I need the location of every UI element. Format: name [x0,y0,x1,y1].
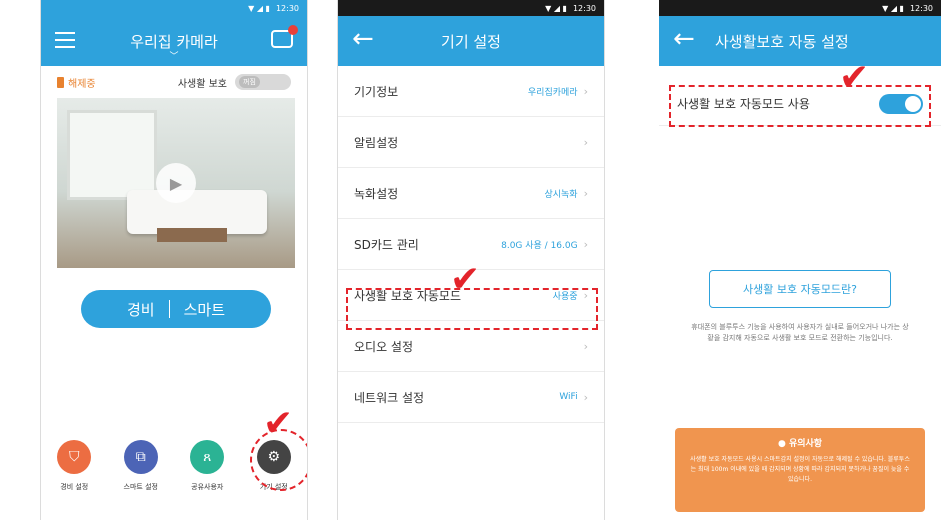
notice-box: ● 유의사항 사생활 보호 자동모드 사용시 스마트감지 설정이 자동으로 해제… [675,428,925,512]
mode-smart[interactable]: 스마트 [184,299,225,320]
setting-label: 알림설정 [354,135,399,150]
checkmark-icon: ✔ [263,403,294,444]
dock-label: 스마트 설정 [123,483,158,491]
setting-label: 기기정보 [354,84,399,99]
setting-label: 오디오 설정 [354,339,414,354]
privacy-control: 사생활 보호 꺼짐 [178,74,291,90]
dock-label: 경비 설정 [60,483,89,491]
chevron-right-icon: › [583,390,588,404]
mode-divider [168,300,170,318]
checkmark-icon: ✔ [450,259,481,300]
setting-value: 8.0G 사용 / 16.0G [501,240,578,251]
chevron-right-icon: › [583,84,588,98]
notice-body: 사생활 보호 자동모드 사용시 스마트감지 설정이 자동으로 해제될 수 있습니… [690,456,910,483]
back-arrow-icon[interactable]: ← [352,26,374,52]
guard-status-text: 해제중 [68,78,96,90]
play-icon[interactable]: ▶ [156,163,196,203]
setting-recording[interactable]: 녹화설정 상시녹화 › [338,168,604,219]
privacy-auto-screen: ▼ ◢ ▮ 12:30 ← 사생활보호 자동 설정 사생활 보호 자동모드 사용… [659,0,941,520]
auto-mode-description: 휴대폰의 블루투스 기능을 사용하여 사용자가 실내로 들어오거나 나가는 상황… [691,323,909,342]
device-settings-screen: ▼ ◢ ▮ 12:30 ← 기기 설정 기기정보 우리집카메라 › 알림설정 › … [337,0,605,520]
back-arrow-icon[interactable]: ← [673,26,695,52]
mode-guard[interactable]: 경비 [127,299,155,320]
camera-video-preview[interactable]: ▶ [57,98,295,268]
status-time: 12:30 [909,3,933,13]
app-bar: 우리집 카메라 ﹀ [41,16,307,66]
dock-smart-settings[interactable]: ⧉ 스마트 설정 [111,440,171,492]
privacy-label: 사생활 보호 [177,78,227,90]
chat-icon[interactable] [271,25,298,48]
highlight-box [669,85,931,127]
video-window [67,110,157,200]
video-table [157,228,227,242]
setting-label: 네트워크 설정 [354,390,425,405]
setting-value: 상시녹화 [544,189,578,200]
chevron-down-icon[interactable]: ﹀ [169,49,178,62]
guard-status-icon [57,76,64,88]
setting-device-info[interactable]: 기기정보 우리집카메라 › [338,66,604,117]
info-icon: ● [777,439,786,449]
privacy-toggle-state: 꺼짐 [239,76,260,88]
chevron-right-icon: › [583,237,588,251]
privacy-toggle[interactable]: 꺼짐 [235,74,291,90]
setting-network[interactable]: 네트워크 설정 WiFi › [338,372,604,423]
dock-shared-users[interactable]: ጸ 공유사용자 [177,440,237,492]
checkmark-icon: ✔ [839,57,870,98]
dock-guard-settings[interactable]: ⛉ 경비 설정 [44,440,104,492]
setting-label: SD카드 관리 [354,237,419,252]
status-bar: ▼ ◢ ▮ 12:30 [41,0,307,16]
settings-list: 기기정보 우리집카메라 › 알림설정 › 녹화설정 상시녹화 › SD카드 관리 8… [338,66,604,423]
signal-icon: ▼ ◢ ▮ [882,3,904,13]
setting-notifications[interactable]: 알림설정 › [338,117,604,168]
camera-home-screen: ▼ ◢ ▮ 12:30 우리집 카메라 ﹀ 해제중 사생활 보호 꺼짐 ▶ 경비… [40,0,308,520]
setting-value: 우리집카메라 [527,87,578,98]
shield-icon: ⛉ [57,440,92,474]
status-bar: ▼ ◢ ▮ 12:30 [338,0,604,16]
chevron-right-icon: › [583,135,588,149]
chevron-right-icon: › [583,186,588,200]
status-time: 12:30 [572,3,596,13]
chevron-right-icon: › [583,339,588,353]
smart-icon: ⧉ [123,440,158,474]
dock-label: 공유사용자 [191,483,224,491]
signal-icon: ▼ ◢ ▮ [248,3,270,13]
page-title: 기기 설정 [441,32,501,51]
notification-badge [288,25,298,35]
auto-mode-info-button[interactable]: 사생활 보호 자동모드란? [709,270,891,308]
guard-status: 해제중 [57,75,96,90]
menu-icon[interactable] [55,32,75,53]
status-time: 12:30 [275,3,299,13]
page-title: 사생활보호 자동 설정 [715,32,849,51]
notice-title: ● 유의사항 [675,436,925,449]
notice-title-text: 유의사항 [788,439,823,449]
signal-icon: ▼ ◢ ▮ [545,3,567,13]
status-bar: ▼ ◢ ▮ 12:30 [659,0,941,16]
setting-label: 녹화설정 [354,186,399,201]
users-icon: ጸ [190,440,225,474]
app-bar: ← 사생활보호 자동 설정 [659,16,941,66]
mode-switch-button[interactable]: 경비 스마트 [81,290,271,328]
app-bar: ← 기기 설정 [338,16,604,66]
setting-value: WiFi [559,392,578,402]
status-row: 해제중 사생활 보호 꺼짐 [41,66,307,98]
